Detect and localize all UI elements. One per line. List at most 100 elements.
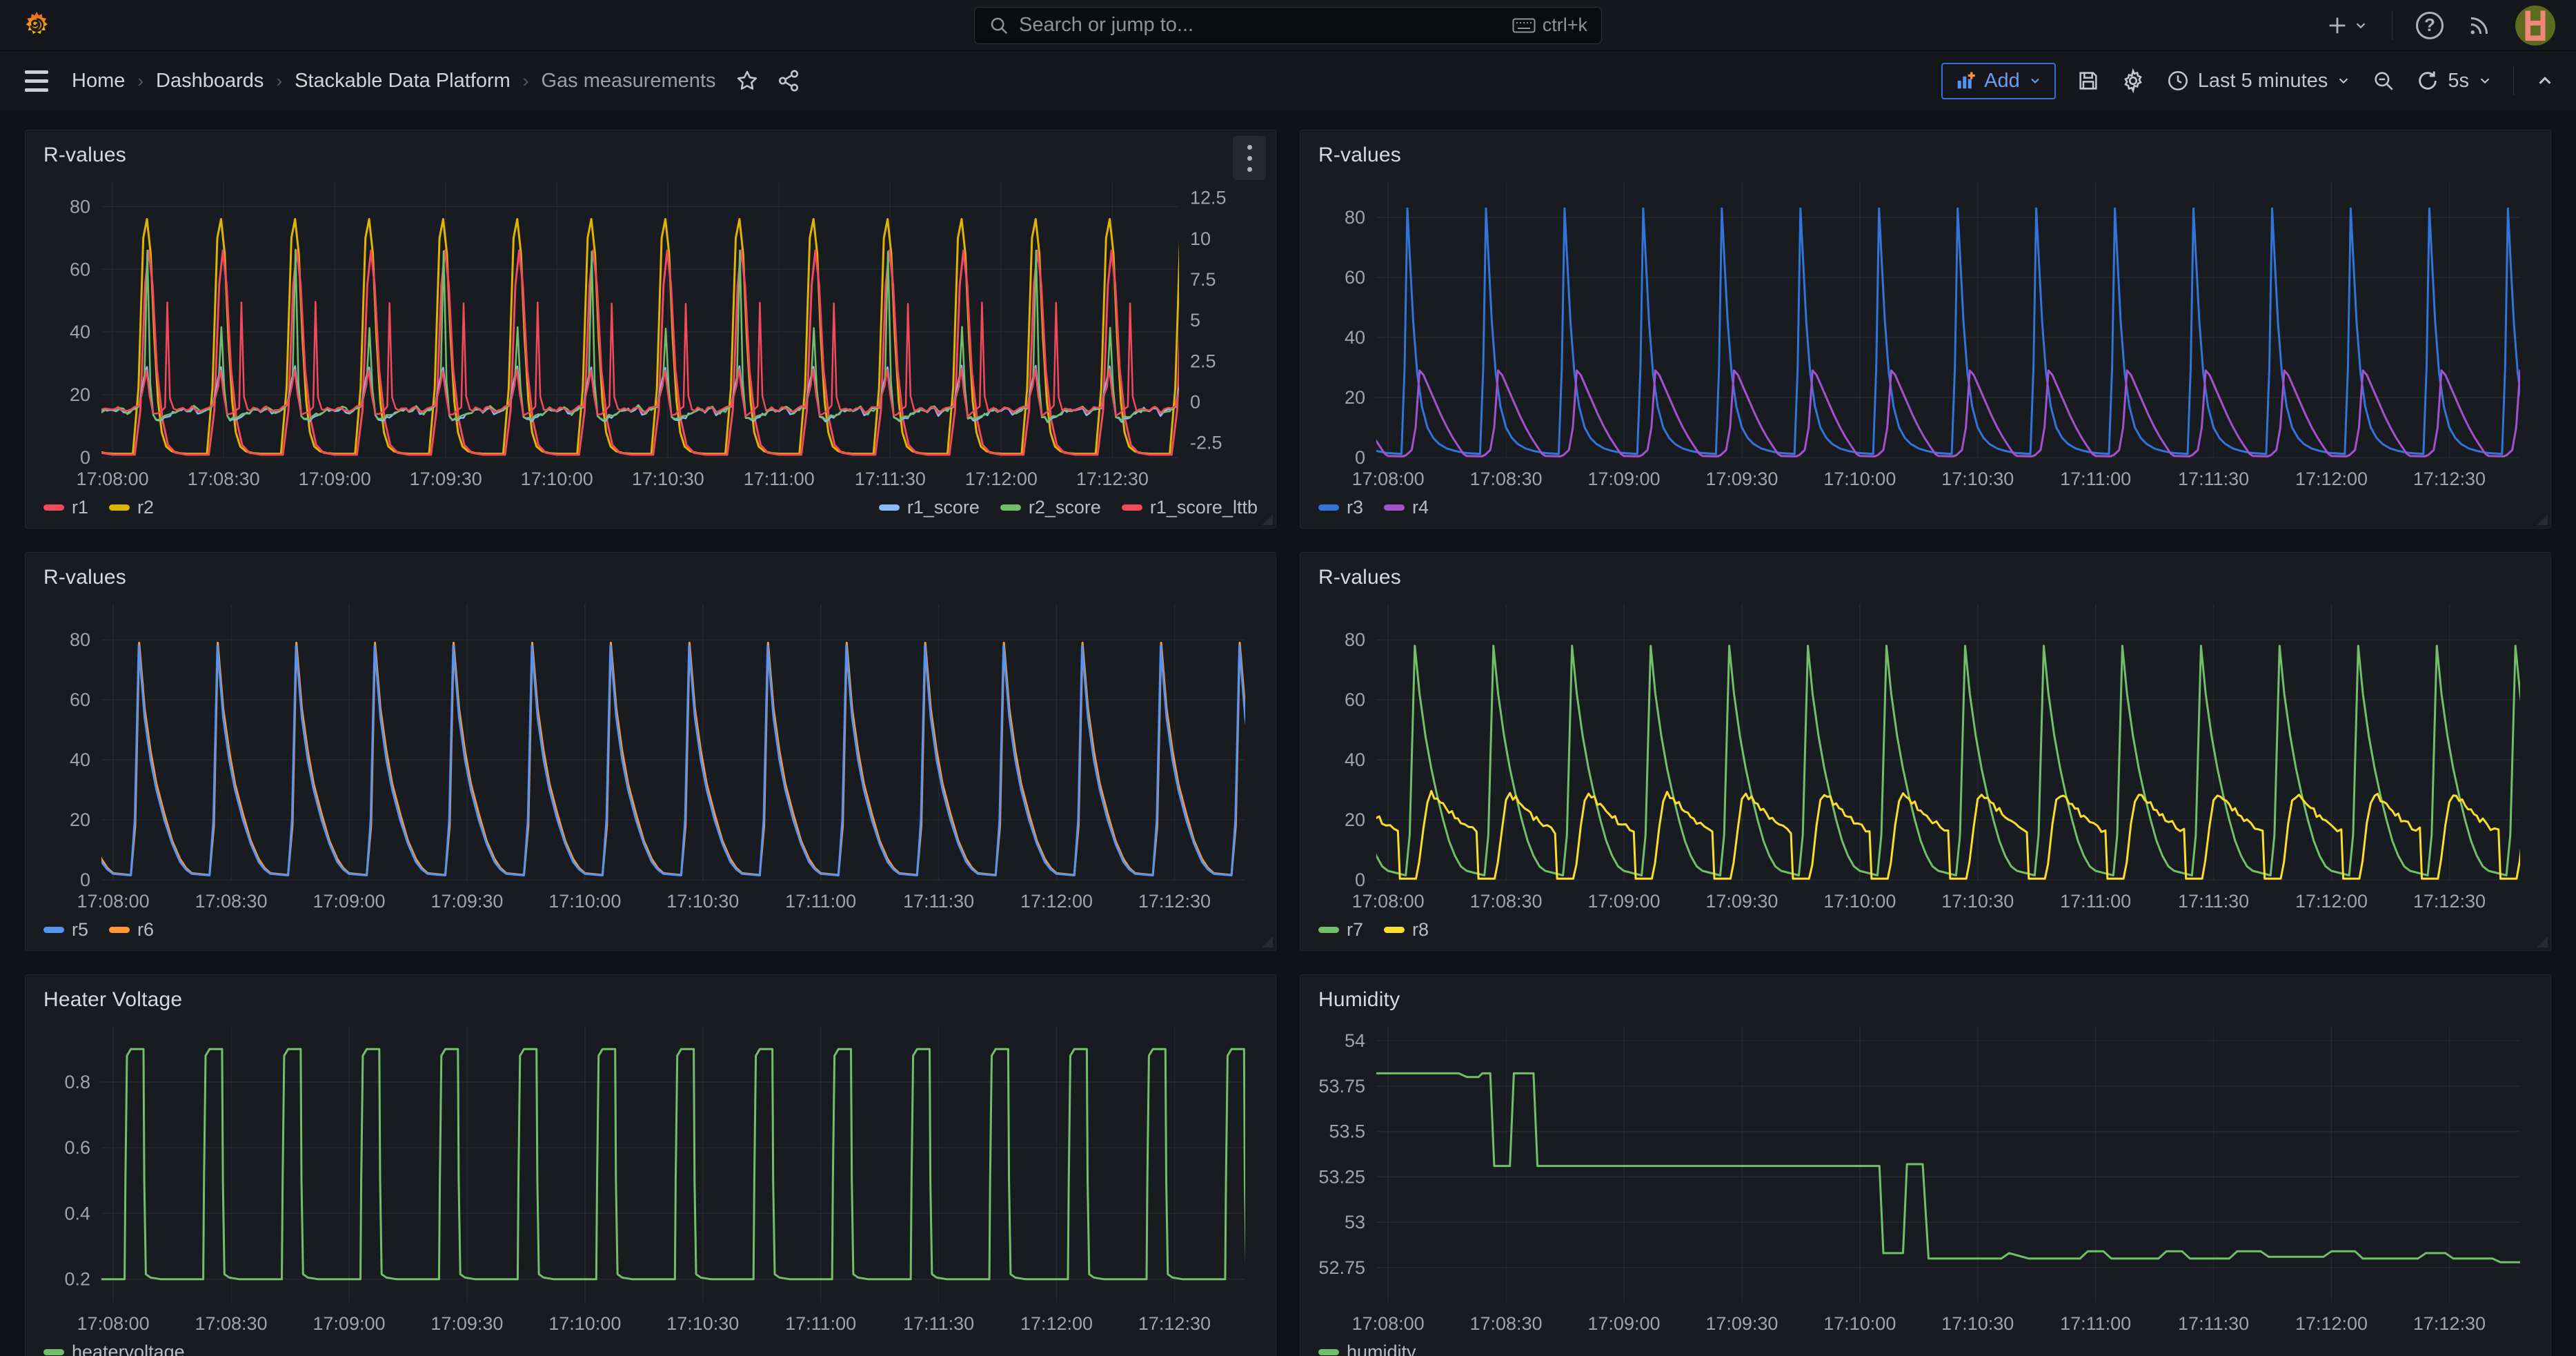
search-input[interactable]: Search or jump to... ctrl+k (974, 7, 1602, 44)
mega-menu-toggle[interactable] (21, 66, 52, 96)
chart-humidity[interactable]: 52.755353.2553.553.755417:08:0017:08:301… (1313, 1015, 2538, 1338)
chevron-down-icon (2028, 74, 2042, 88)
legend-item-heatervoltage[interactable]: heatervoltage (43, 1342, 185, 1356)
legend-item-r3[interactable]: r3 (1318, 497, 1363, 518)
y-axis-tick-label: 53.25 (1318, 1166, 1365, 1187)
x-axis-tick-label: 17:09:30 (1705, 891, 1778, 912)
breadcrumb-folder[interactable]: Stackable Data Platform (295, 70, 511, 92)
help-icon[interactable]: ? (2416, 12, 2444, 39)
x-axis-tick-label: 17:09:30 (430, 891, 503, 912)
keyboard-icon (1512, 17, 1536, 35)
grafana-logo[interactable] (21, 10, 52, 41)
divider (2513, 66, 2514, 95)
y-axis-tick-label: 20 (70, 384, 90, 405)
legend-label: r2 (137, 497, 154, 518)
panel-title[interactable]: R-values (43, 566, 126, 589)
legend-swatch (43, 1349, 64, 1355)
legend-item-r5[interactable]: r5 (43, 919, 88, 941)
panel-title[interactable]: Heater Voltage (43, 988, 182, 1012)
time-range-picker[interactable]: Last 5 minutes (2166, 69, 2352, 92)
legend-swatch (1384, 504, 1405, 511)
breadcrumb-dashboards[interactable]: Dashboards (156, 70, 264, 92)
y-axis-tick-label: 0 (80, 869, 90, 890)
legend-item-r1_score_lttb[interactable]: r1_score_lttb (1122, 497, 1258, 518)
legend-swatch (1000, 504, 1021, 511)
legend-swatch (109, 504, 130, 511)
user-avatar[interactable] (2515, 6, 2555, 46)
breadcrumb-separator: › (523, 70, 529, 92)
x-axis-tick-label: 17:08:30 (1469, 1313, 1542, 1334)
x-axis-tick-label: 17:08:00 (77, 469, 149, 489)
y-axis-tick-label: 0.8 (64, 1072, 90, 1092)
breadcrumb-home[interactable]: Home (72, 70, 125, 92)
legend-label: r6 (137, 919, 154, 941)
panel-title[interactable]: R-values (1318, 566, 1401, 589)
y-axis-right-tick-label: 7.5 (1190, 269, 1216, 290)
share-icon[interactable] (777, 69, 800, 92)
chart-svg: 020406080-2.502.557.51012.517:08:0017:08… (38, 170, 1263, 493)
x-axis-tick-label: 17:12:30 (1138, 891, 1211, 912)
x-axis-tick-label: 17:12:30 (2413, 891, 2486, 912)
chart-svg: 02040608017:08:0017:08:3017:09:0017:09:3… (1313, 170, 2538, 493)
panel-title[interactable]: R-values (43, 144, 126, 167)
panel-title[interactable]: R-values (1318, 144, 1401, 167)
save-icon[interactable] (2077, 69, 2100, 92)
legend-item-r1_score[interactable]: r1_score (879, 497, 980, 518)
panel-header: R-values (26, 562, 1276, 593)
x-axis-tick-label: 17:09:00 (299, 469, 371, 489)
legend-item-r6[interactable]: r6 (109, 919, 154, 941)
legend-item-r8[interactable]: r8 (1384, 919, 1429, 941)
star-icon[interactable] (735, 69, 759, 92)
legend-item-r4[interactable]: r4 (1384, 497, 1429, 518)
x-axis-tick-label: 17:11:00 (2060, 891, 2131, 912)
y-axis-tick-label: 53.75 (1318, 1076, 1365, 1097)
legend-item-r1[interactable]: r1 (43, 497, 88, 518)
legend-label: r4 (1412, 497, 1429, 518)
panel-heater-voltage: Heater Voltage 0.20.40.60.817:08:0017:08… (25, 974, 1276, 1356)
x-axis-tick-label: 17:08:30 (188, 469, 260, 489)
y-axis-tick-label: 53.5 (1329, 1121, 1365, 1142)
panel-title[interactable]: Humidity (1318, 988, 1400, 1012)
collapse-toolbar-chevron-up-icon[interactable] (2535, 70, 2555, 91)
legend-item-r2[interactable]: r2 (109, 497, 154, 518)
top-navigation-bar: Search or jump to... ctrl+k ? (0, 0, 2576, 51)
y-axis-tick-label: 80 (1345, 207, 1365, 228)
y-axis-right-tick-label: 5 (1190, 310, 1200, 331)
y-axis-right-tick-label: 10 (1190, 228, 1211, 249)
legend-item-r7[interactable]: r7 (1318, 919, 1363, 941)
x-axis-tick-label: 17:09:00 (1587, 1313, 1660, 1334)
legend-item-r2_score[interactable]: r2_score (1000, 497, 1101, 518)
y-axis-tick-label: 60 (1345, 689, 1365, 710)
legend-label: r2_score (1029, 497, 1101, 518)
chart-r-values-3[interactable]: 02040608017:08:0017:08:3017:09:0017:09:3… (38, 593, 1263, 916)
zoom-out-icon[interactable] (2372, 69, 2395, 92)
y-axis-tick-label: 80 (1345, 629, 1365, 650)
x-axis-tick-label: 17:10:00 (548, 891, 621, 912)
panel-header: R-values (1300, 140, 2550, 170)
search-shortcut: ctrl+k (1512, 14, 1587, 36)
x-axis-tick-label: 17:10:30 (1941, 1313, 2014, 1334)
x-axis-tick-label: 17:10:00 (548, 1313, 621, 1334)
x-axis-tick-label: 17:09:00 (313, 1313, 385, 1334)
x-axis-tick-label: 17:09:30 (430, 1313, 503, 1334)
add-panel-icon (1955, 70, 1976, 91)
x-axis-tick-label: 17:12:30 (1076, 469, 1149, 489)
x-axis-tick-label: 17:09:00 (313, 891, 385, 912)
legend-swatch (879, 504, 900, 511)
chart-heater-voltage[interactable]: 0.20.40.60.817:08:0017:08:3017:09:0017:0… (38, 1015, 1263, 1338)
settings-gear-icon[interactable] (2121, 68, 2146, 93)
chart-r-values-4[interactable]: 02040608017:08:0017:08:3017:09:0017:09:3… (1313, 593, 2538, 916)
chart-r-values-1[interactable]: 020406080-2.502.557.51012.517:08:0017:08… (38, 170, 1263, 493)
legend-item-humidity[interactable]: humidity (1318, 1342, 1416, 1356)
legend-swatch (1318, 504, 1339, 511)
y-axis-tick-label: 0 (1355, 869, 1365, 890)
news-rss-icon[interactable] (2467, 13, 2492, 38)
new-menu-button[interactable] (2326, 14, 2368, 37)
y-axis-tick-label: 0.2 (64, 1269, 90, 1290)
x-axis-tick-label: 17:10:00 (1823, 1313, 1896, 1334)
add-button[interactable]: Add (1941, 63, 2056, 99)
refresh-picker[interactable]: 5s (2416, 69, 2493, 92)
chart-r-values-2[interactable]: 02040608017:08:0017:08:3017:09:0017:09:3… (1313, 170, 2538, 493)
breadcrumb-current: Gas measurements (541, 70, 715, 92)
clock-icon (2166, 69, 2190, 92)
